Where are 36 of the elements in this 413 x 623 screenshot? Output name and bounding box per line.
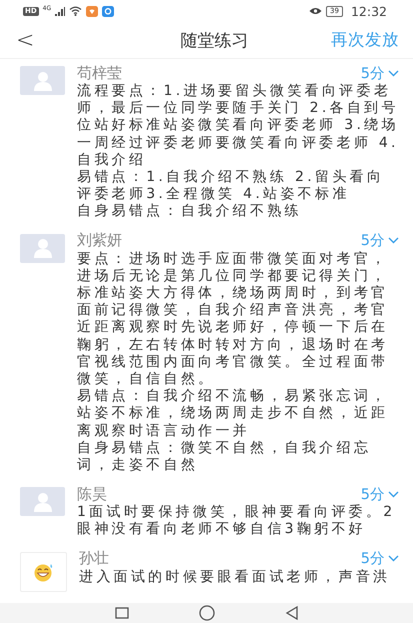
answer-text: 易错点：自我介绍不流畅，易紧张忘词，站姿不标准，绕场两周走步不自然，近距离观察时语言动作一并 <box>77 388 390 440</box>
chevron-down-icon <box>388 70 399 76</box>
student-name: 孙壮 <box>79 549 110 568</box>
score-dropdown[interactable]: 5分 <box>360 231 399 250</box>
app-notification-icon <box>102 6 114 16</box>
signal-icon <box>55 6 66 16</box>
back-icon[interactable] <box>284 606 298 620</box>
eye-icon <box>309 7 322 15</box>
back-button[interactable]: < <box>16 28 56 52</box>
answer-text: 要点：进场时选手应面带微笑面对考官，进场后无论是第几位同学都要记得关门，标准站姿大方得体，绕场两周时，到考官面前记得微笑，自我介绍声音洪亮，考官近距离观察时先说老师好，停顿一下后在鞠躬，左右转体时转对方向，退场时在考官视线范围内面向考官微笑。全过程面带微笑，自信自然。 <box>77 250 390 388</box>
answer-text: 自身易错点：微笑不自然，自我介绍忘词，走姿不自然 <box>77 440 372 474</box>
reissue-button[interactable]: 再次发放 <box>331 29 399 51</box>
answer-text: 流程要点：1.进场要留头微笑看向评委老师，最后一位同学要随手关门 2.各自到号位站好标准站姿微笑看向评委老师 3.绕场一周经过评委老师要微笑看向评委老师 4.自我介绍 <box>77 83 399 170</box>
chevron-down-icon <box>388 490 399 498</box>
student-name: 苟梓莹 <box>77 64 123 82</box>
chevron-down-icon <box>388 555 399 562</box>
page-title: 随堂练习 <box>180 30 250 52</box>
student-name: 陈昊 <box>77 484 108 504</box>
score-dropdown[interactable]: 5分 <box>360 484 399 504</box>
clock-time: 12:32 <box>350 4 387 18</box>
app-notification-icon <box>86 6 98 16</box>
emoji-icon <box>32 562 54 582</box>
wifi-icon <box>69 6 82 16</box>
answer-text: 自身易错点：自我介绍不熟练 <box>77 203 303 221</box>
answer-text: 易错点：1.自我介绍不熟练 2.留头看向评委老师3.全程微笑 4.站姿不标准 <box>77 169 386 204</box>
student-name: 刘紫妍 <box>77 231 123 250</box>
avatar-placeholder <box>20 487 65 516</box>
recent-apps-icon[interactable] <box>114 607 128 619</box>
answer-text: 进入面试的时候要眼看面试老师，声音洪 <box>79 568 392 586</box>
score-dropdown[interactable]: 5分 <box>360 549 399 568</box>
home-icon[interactable] <box>198 605 214 621</box>
chevron-down-icon <box>388 237 399 244</box>
score-dropdown[interactable]: 5分 <box>360 64 399 82</box>
avatar-placeholder <box>20 234 65 263</box>
answer-text: 1面试时要保持微笑，眼神要看向评委。2眼神没有看向老师不够自信3鞠躬不好 <box>77 504 397 539</box>
avatar-placeholder <box>20 66 65 95</box>
